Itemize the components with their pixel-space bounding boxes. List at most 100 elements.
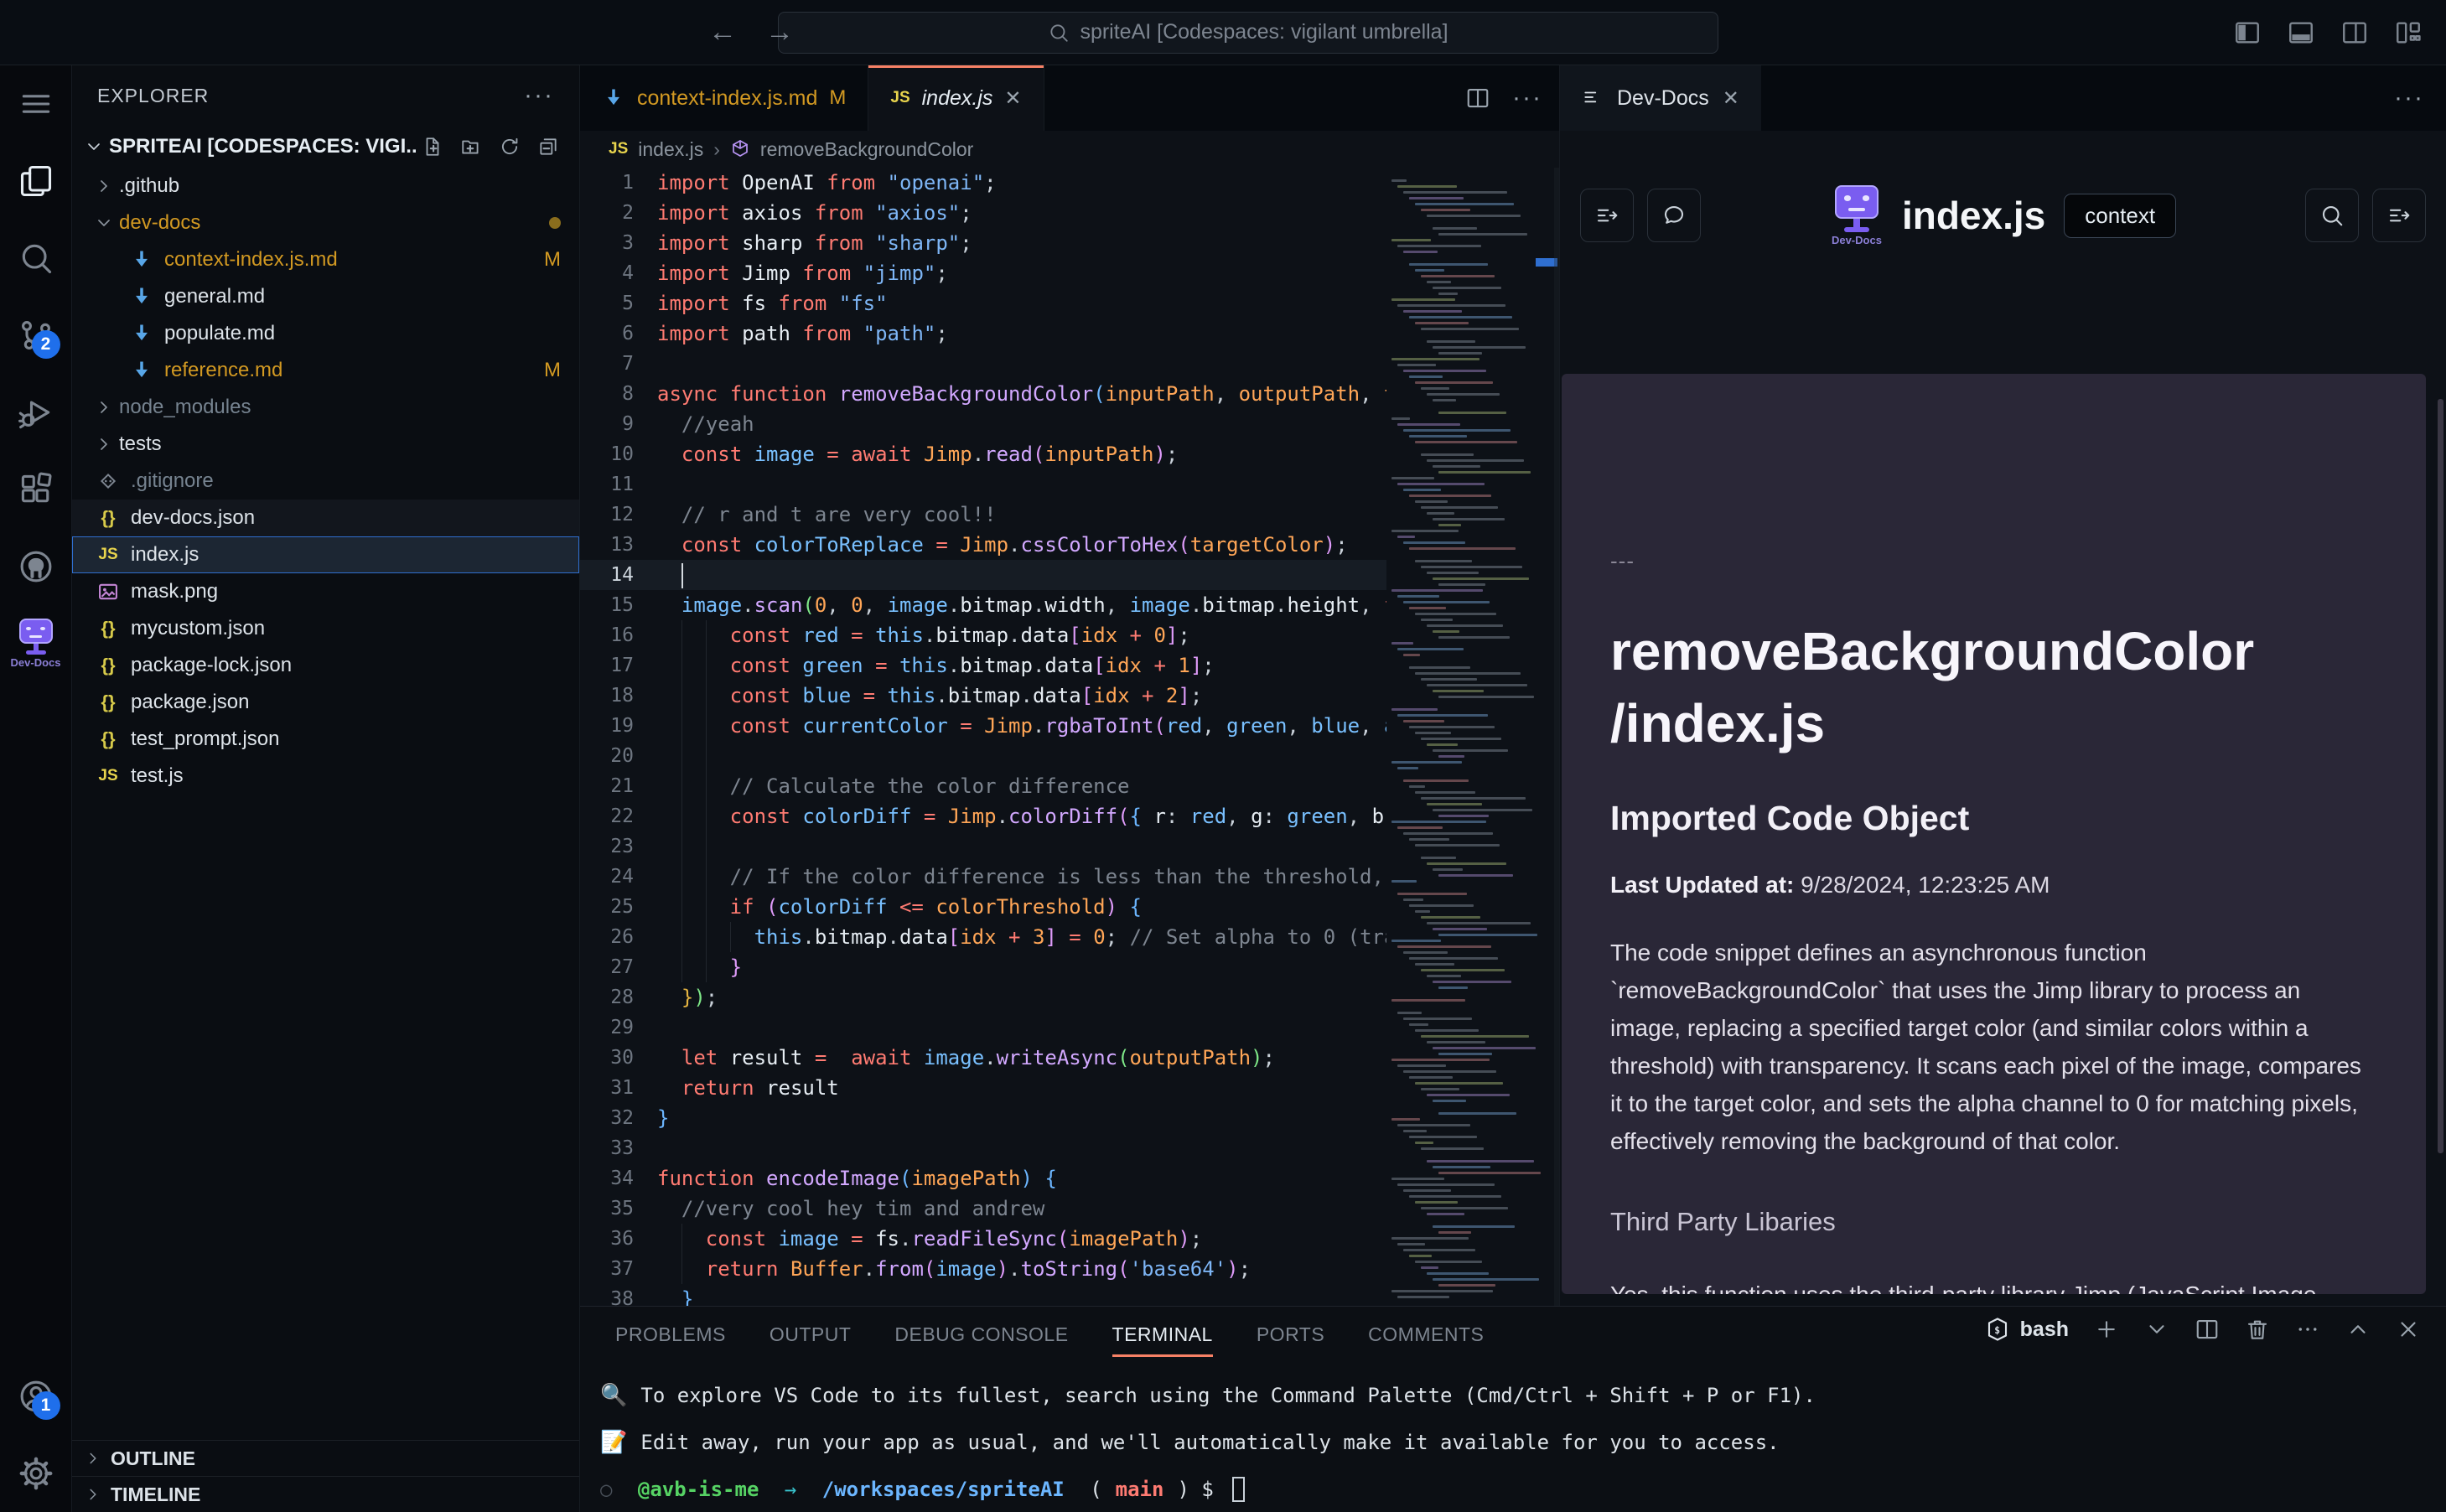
doc-subheading: Imported Code Object: [1610, 799, 2377, 838]
devdocs-list-button[interactable]: [2372, 189, 2426, 242]
outline-section[interactable]: OUTLINE: [72, 1440, 579, 1476]
minimap[interactable]: [1386, 168, 1559, 1306]
file-label: dev-docs: [119, 211, 200, 235]
back-icon[interactable]: ←: [708, 16, 737, 49]
panel-tab-problems[interactable]: PROBLEMS: [615, 1312, 726, 1357]
refresh-icon[interactable]: [499, 136, 521, 158]
file-row-tests[interactable]: tests: [72, 426, 579, 463]
text-cursor: [681, 563, 683, 588]
line-number: 2: [580, 198, 634, 228]
activity-settings-icon[interactable]: [0, 1435, 72, 1512]
split-editor-icon[interactable]: [1465, 85, 1490, 111]
chevron-up-icon[interactable]: [2345, 1317, 2371, 1342]
file-row-general.md[interactable]: general.md: [72, 278, 579, 315]
file-row-test_prompt.json[interactable]: {}test_prompt.json: [72, 721, 579, 758]
file-label: tests: [119, 432, 162, 456]
file-row-dev-docs.json[interactable]: {}dev-docs.json: [72, 500, 579, 536]
activity-search-icon[interactable]: [0, 220, 72, 297]
file-label: .github: [119, 174, 179, 198]
activity-extensions-icon[interactable]: [0, 451, 72, 528]
panel-tab-comments[interactable]: COMMENTS: [1368, 1312, 1484, 1357]
workspace-section-header[interactable]: SPRITEAI [CODESPACES: VIGI...: [72, 126, 579, 168]
plus-icon[interactable]: [2094, 1317, 2119, 1342]
file-row-package-lock.json[interactable]: {}package-lock.json: [72, 647, 579, 684]
file-row-dev-docs[interactable]: dev-docs: [72, 205, 579, 241]
breadcrumb[interactable]: JS index.js › removeBackgroundColor: [580, 131, 1559, 168]
line-number: 5: [580, 288, 634, 318]
devdocs-scrollbar[interactable]: [2438, 399, 2443, 1153]
explorer-more-icon[interactable]: ···: [524, 81, 554, 110]
terminal[interactable]: 🔍To explore VS Code to its fullest, sear…: [580, 1362, 2446, 1512]
panel-tab-ports[interactable]: PORTS: [1257, 1312, 1324, 1357]
chat-button[interactable]: [1647, 189, 1701, 242]
devdocs-tab[interactable]: Dev-Docs ✕: [1560, 65, 1761, 131]
editor-more-icon[interactable]: ···: [1512, 84, 1542, 112]
file-row-populate.md[interactable]: populate.md: [72, 315, 579, 352]
json-icon: {}: [101, 655, 115, 676]
line-number: 4: [580, 258, 634, 288]
activity-source-control-icon[interactable]: 2: [0, 297, 72, 374]
layout-sidebar-left-icon[interactable]: [2233, 18, 2262, 47]
vscode-window: ← → spriteAI [Codespaces: vigilant umbre…: [0, 0, 2446, 1512]
git-modified-badge: M: [544, 359, 561, 382]
shell-selector[interactable]: $ bash: [1985, 1317, 2069, 1342]
command-center-search[interactable]: spriteAI [Codespaces: vigilant umbrella]: [778, 12, 1718, 54]
ellipsis-icon[interactable]: [2295, 1317, 2320, 1342]
list-icon: [1582, 87, 1604, 109]
line-number: 20: [580, 741, 634, 771]
activity-github-icon[interactable]: [0, 528, 72, 605]
search-icon: [1048, 22, 1070, 44]
file-row-.github[interactable]: .github: [72, 168, 579, 205]
activity-run-debug-icon[interactable]: [0, 374, 72, 451]
forward-icon[interactable]: →: [765, 16, 794, 49]
timeline-label: TIMELINE: [111, 1484, 200, 1506]
new-folder-icon[interactable]: [460, 136, 482, 158]
chevron-down-icon: [84, 137, 104, 157]
trash-icon[interactable]: [2245, 1317, 2270, 1342]
editor-scrollbar[interactable]: [1554, 168, 1559, 1306]
file-row-package.json[interactable]: {}package.json: [72, 684, 579, 721]
activity-menu-icon[interactable]: [0, 65, 72, 142]
terminal-text: Edit away, run your app as usual, and we…: [640, 1431, 1779, 1454]
file-row-mask.png[interactable]: mask.png: [72, 573, 579, 610]
file-row-index.js[interactable]: JSindex.js: [72, 536, 579, 573]
chevron-down-icon[interactable]: [2144, 1317, 2169, 1342]
layout-panel-bottom-icon[interactable]: [2287, 18, 2315, 47]
code-editor[interactable]: 1import OpenAI from "openai";2import axi…: [580, 168, 1559, 1306]
file-row-node_modules[interactable]: node_modules: [72, 389, 579, 426]
new-file-icon[interactable]: [422, 136, 443, 158]
file-label: .gitignore: [131, 469, 214, 493]
badge: 2: [32, 330, 60, 359]
close-icon[interactable]: ✕: [1723, 86, 1739, 111]
activity-explorer-icon[interactable]: [0, 142, 72, 220]
prompt-branch: main: [1116, 1478, 1164, 1501]
timeline-section[interactable]: TIMELINE: [72, 1476, 579, 1512]
close-icon[interactable]: [2396, 1317, 2421, 1342]
close-icon[interactable]: ✕: [1004, 86, 1021, 111]
devdocs-search-button[interactable]: [2305, 189, 2359, 242]
activity-accounts-icon[interactable]: 1: [0, 1358, 72, 1435]
file-row-context-index.js.md[interactable]: context-index.js.mdM: [72, 241, 579, 278]
panel-tab-debug-console[interactable]: DEBUG CONSOLE: [894, 1312, 1068, 1357]
file-row-.gitignore[interactable]: .gitignore: [72, 463, 579, 500]
collapse-all-icon[interactable]: [537, 136, 559, 158]
file-row-reference.md[interactable]: reference.mdM: [72, 352, 579, 389]
file-row-test.js[interactable]: JStest.js: [72, 758, 579, 795]
line-number: 3: [580, 228, 634, 258]
activity-dev-docs-extension-icon[interactable]: Dev-Docs: [0, 605, 72, 682]
doc-section-heading: Third Party Libaries: [1610, 1207, 2377, 1237]
list-arrow-icon: [2386, 203, 2412, 228]
file-label: index.js: [131, 543, 199, 567]
panel-tab-terminal[interactable]: TERMINAL: [1112, 1312, 1213, 1357]
file-row-mycustom.json[interactable]: {}mycustom.json: [72, 610, 579, 647]
panel-tab-output[interactable]: OUTPUT: [770, 1312, 852, 1357]
layout-sidebar-right-icon[interactable]: [2340, 18, 2369, 47]
tab-index.js[interactable]: JSindex.js✕: [868, 65, 1044, 131]
breadcrumb-symbol: removeBackgroundColor: [760, 138, 973, 161]
toc-button[interactable]: [1580, 189, 1634, 242]
context-button[interactable]: context: [2064, 194, 2176, 238]
tab-context-index.js.md[interactable]: context-index.js.mdM: [580, 65, 868, 131]
devdocs-more-icon[interactable]: ···: [2394, 84, 2424, 112]
split-icon[interactable]: [2195, 1317, 2220, 1342]
layout-grid-icon[interactable]: [2394, 18, 2423, 47]
